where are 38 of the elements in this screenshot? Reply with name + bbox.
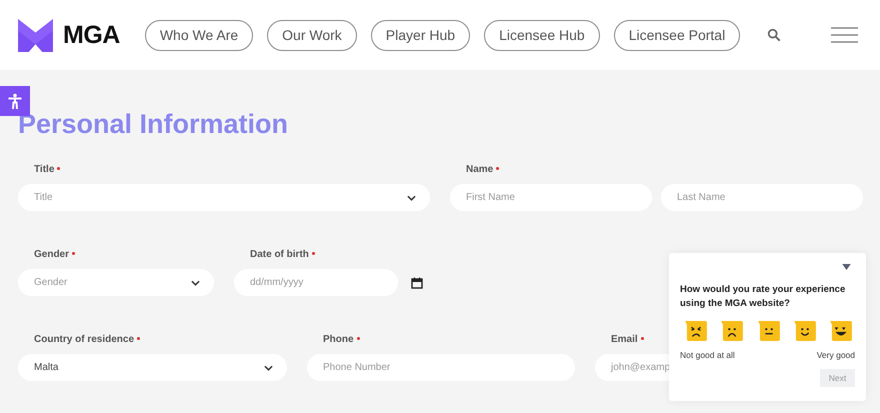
chevron-icon — [264, 364, 273, 370]
nav-link[interactable]: Our Work — [267, 20, 357, 50]
smiling-face-icon[interactable] — [792, 321, 817, 341]
page-title: Personal Information — [18, 108, 288, 140]
low-rating-label: Not good at all — [680, 350, 735, 360]
date-field[interactable]: dd/mm/yyyy — [234, 269, 398, 296]
search-icon[interactable] — [767, 28, 782, 42]
nav-link[interactable]: Licensee Portal — [614, 20, 740, 50]
collapse-icon[interactable] — [842, 264, 851, 270]
menu-icon[interactable] — [831, 27, 858, 43]
survey-question: How would you rate your experience using the MGA website? — [680, 283, 846, 311]
high-rating-label: Very good — [816, 350, 855, 360]
calendar-icon[interactable] — [411, 276, 423, 288]
input-field[interactable]: Phone Number — [307, 354, 575, 381]
field-label: Title — [34, 164, 54, 175]
field-label: Email — [611, 334, 638, 345]
nav-link[interactable]: Player Hub — [370, 20, 470, 50]
field-label: Phone — [323, 334, 354, 345]
input-field[interactable]: First Name — [450, 184, 652, 211]
input-field[interactable]: Last Name — [661, 184, 863, 211]
nav-link[interactable]: Who We Are — [144, 20, 254, 50]
angry-face-icon[interactable] — [684, 321, 708, 341]
select-field[interactable]: Malta — [18, 354, 287, 381]
accessibility-icon — [7, 93, 23, 109]
nav-link[interactable]: Licensee Hub — [484, 20, 600, 50]
field-label: Country of residence — [34, 334, 134, 345]
select-field[interactable]: Title — [18, 184, 430, 211]
chevron-icon — [407, 194, 416, 200]
neutral-face-icon[interactable] — [756, 321, 780, 341]
logo-text: MGA — [63, 20, 120, 50]
sad-face-icon[interactable] — [720, 321, 744, 341]
logo-icon — [18, 18, 53, 52]
select-field[interactable]: Gender — [18, 269, 214, 296]
field-label: Gender — [34, 249, 70, 260]
field-label: Name — [466, 164, 494, 175]
field-label: Date of birth — [250, 249, 309, 260]
chevron-icon — [191, 280, 200, 286]
next-button[interactable]: Next — [820, 369, 855, 387]
